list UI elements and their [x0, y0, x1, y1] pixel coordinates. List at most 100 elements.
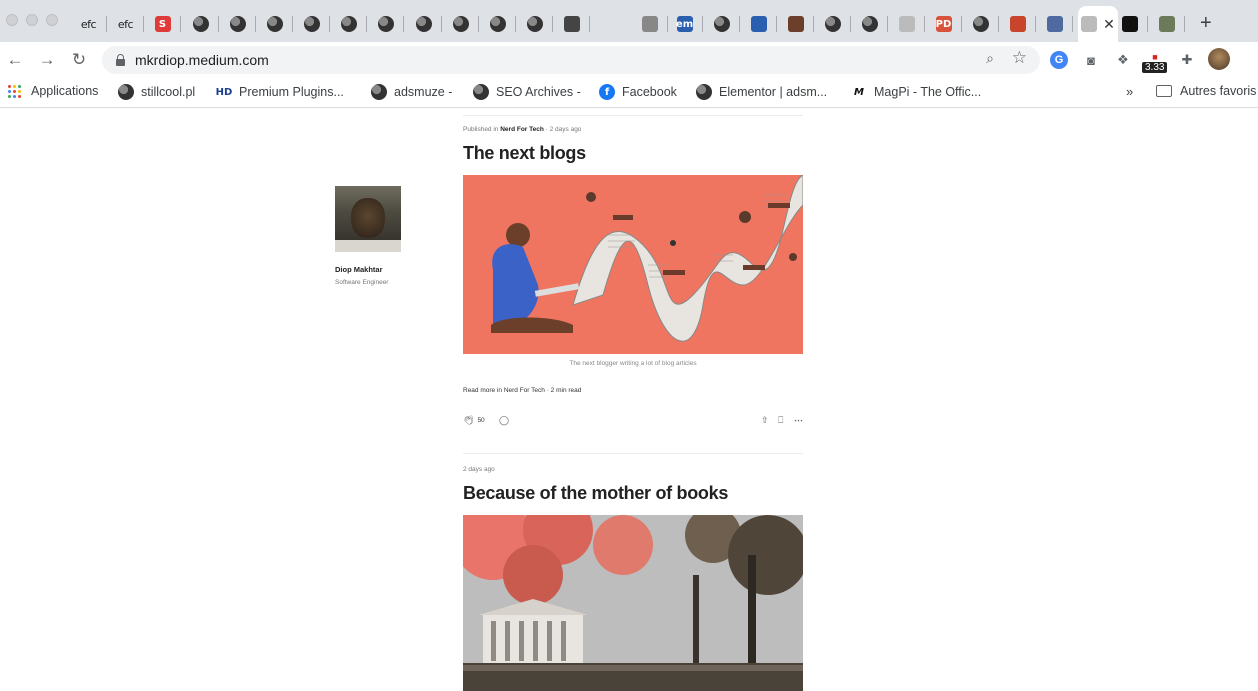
browser-tab[interactable] [182, 6, 219, 42]
more-options-button[interactable]: ⋯ [794, 415, 803, 426]
pd-logo-icon: PD [935, 16, 952, 32]
camera-extension-icon[interactable]: ◙ [1082, 51, 1100, 69]
lock-icon [116, 54, 125, 66]
bookmark-item[interactable]: adsmuze - [371, 84, 452, 100]
response-button[interactable]: ◯ [499, 415, 509, 426]
efc-icon: efc [79, 16, 99, 32]
browser-tab[interactable] [814, 6, 851, 42]
browser-tab[interactable]: em [666, 6, 703, 42]
browser-tab[interactable] [1036, 6, 1073, 42]
meta-separator: · [545, 126, 548, 133]
url-text[interactable]: mkrdiop.medium.com [135, 52, 269, 68]
browser-tab[interactable] [553, 6, 590, 42]
browser-tab[interactable] [516, 6, 553, 42]
browser-tab[interactable]: efc [70, 6, 107, 42]
extension-icon[interactable]: ❖ [1114, 51, 1132, 69]
s-logo-icon: S [154, 16, 171, 32]
cloud-icon [898, 16, 915, 32]
author-role: Software Engineer [335, 279, 389, 286]
browser-tab[interactable] [1111, 6, 1148, 42]
tab-separator [403, 16, 404, 32]
library-autumn-photo [463, 515, 803, 691]
zoom-icon[interactable]: ⌕ [986, 50, 994, 67]
author-avatar[interactable] [335, 186, 401, 252]
bookmark-icon-text: HD [215, 86, 233, 98]
figure-icon [1009, 16, 1026, 32]
browser-tab[interactable]: S [144, 6, 181, 42]
globe-icon [340, 16, 357, 32]
window-minimize-button[interactable] [26, 14, 38, 26]
tree-icon [1158, 16, 1175, 32]
window-zoom-button[interactable] [46, 14, 58, 26]
save-button[interactable]: ⎕ [778, 415, 783, 426]
browser-toolbar: ← → ↻ mkrdiop.medium.com ⌕ ☆ G ◙ ❖ ■ ✚ ⋮ [0, 42, 1258, 111]
bookmark-item[interactable]: SEO Archives - [473, 84, 581, 100]
browser-tab[interactable] [330, 6, 367, 42]
bookmark-icon: ⎕ [778, 415, 784, 425]
bookmark-item[interactable]: Elementor | adsm... [696, 84, 827, 100]
browser-tab[interactable]: efc [107, 6, 144, 42]
post-meta: Published in Nerd For Tech · 2 days ago [463, 126, 581, 133]
back-button[interactable]: ← [5, 50, 25, 70]
bookmark-label: Premium Plugins... [239, 85, 344, 99]
author-name[interactable]: Diop Makhtar [335, 265, 383, 274]
globe-icon [229, 16, 246, 32]
publication-link[interactable]: Nerd For Tech [500, 126, 544, 133]
globe-icon [824, 16, 841, 32]
browser-tab[interactable] [442, 6, 479, 42]
clap-icon: 👏︎ [463, 415, 475, 425]
bookmark-item[interactable]: HD Premium Plugins... [216, 84, 344, 100]
read-more-link[interactable]: Read more in Nerd For Tech · 2 min read [463, 387, 581, 394]
browser-tab[interactable] [367, 6, 404, 42]
browser-tab[interactable] [219, 6, 256, 42]
bookmark-star-icon[interactable]: ☆ [1012, 48, 1027, 68]
browser-tab[interactable] [703, 6, 740, 42]
bookmark-label: Applications [31, 84, 99, 98]
apps-grid-icon [8, 84, 21, 98]
tab-favicon-text: PD [935, 18, 952, 30]
browser-tab[interactable] [777, 6, 814, 42]
post-title[interactable]: The next blogs [463, 143, 586, 164]
bookmark-item[interactable]: Applications [8, 84, 98, 98]
address-bar[interactable]: mkrdiop.medium.com ⌕ ☆ [102, 46, 1040, 74]
bookmark-item[interactable]: f Facebook [599, 84, 677, 100]
new-tab-button[interactable]: + [1200, 12, 1212, 35]
browser-tab[interactable] [962, 6, 999, 42]
globe-icon [371, 84, 387, 100]
post-hero-image[interactable] [463, 515, 803, 691]
window-close-button[interactable] [6, 14, 18, 26]
browser-tab[interactable] [405, 6, 442, 42]
browser-tab[interactable] [256, 6, 293, 42]
browser-tab[interactable]: PD [925, 6, 962, 42]
browser-tab[interactable] [1148, 6, 1185, 42]
browser-tab[interactable] [888, 6, 925, 42]
bookmark-item[interactable]: stillcool.pl [118, 84, 195, 100]
browser-tab[interactable] [851, 6, 888, 42]
forward-button[interactable]: → [37, 50, 57, 70]
tab-strip: efc efc Sem PD ✕ + [0, 0, 1258, 42]
browser-tab[interactable] [631, 6, 668, 42]
globe-icon [489, 16, 506, 32]
post-hero-image[interactable] [463, 175, 803, 354]
reload-button[interactable]: ↻ [69, 50, 89, 70]
bookmark-item[interactable]: M MagPi - The Offic... [851, 84, 981, 100]
share-button[interactable]: ⇧ [761, 415, 769, 426]
grammarly-extension-icon[interactable]: G [1050, 51, 1068, 69]
puzzle-extensions-icon[interactable]: ✚ [1178, 51, 1196, 69]
clap-button[interactable]: 👏︎ 50 [463, 415, 485, 426]
magpi-icon: M [851, 84, 867, 100]
browser-tab[interactable] [479, 6, 516, 42]
extension-badge: 3.33 [1142, 62, 1168, 73]
bookmarks-overflow-button[interactable]: » [1126, 84, 1133, 99]
browser-tab[interactable] [999, 6, 1036, 42]
profile-avatar[interactable] [1208, 48, 1230, 70]
square-logo-icon [787, 16, 804, 32]
published-in-label: Published in [463, 126, 499, 133]
browser-tab[interactable] [293, 6, 330, 42]
browser-tab[interactable] [740, 6, 777, 42]
other-bookmarks-folder[interactable]: Autres favoris [1156, 84, 1256, 98]
tab-favicon-text: em [675, 18, 694, 30]
bookmark-label: stillcool.pl [141, 85, 196, 99]
bookmark-label: adsmuze - [394, 85, 453, 99]
post-title[interactable]: Because of the mother of books [463, 483, 728, 504]
